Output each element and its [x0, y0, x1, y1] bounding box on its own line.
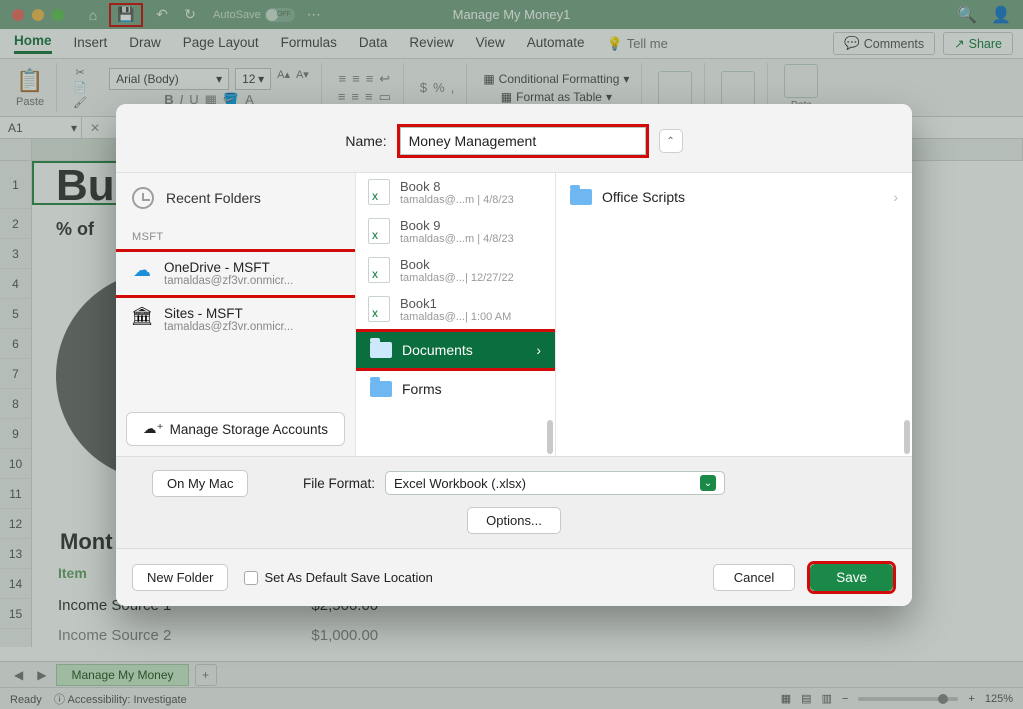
- cloud-plus-icon: ☁⁺: [143, 421, 164, 437]
- file-meta: tamaldas@...m | 4/8/23: [400, 233, 514, 245]
- excel-file-icon: [368, 296, 390, 322]
- file-name: Book 8: [400, 179, 514, 194]
- file-column: Book 8tamaldas@...m | 4/8/23 Book 9tamal…: [356, 173, 556, 456]
- options-button[interactable]: Options...: [467, 507, 561, 534]
- file-row[interactable]: Book 9tamaldas@...m | 4/8/23: [356, 212, 555, 251]
- folder-icon: [370, 342, 392, 358]
- checkbox-icon: [244, 571, 258, 585]
- dialog-footer: New Folder Set As Default Save Location …: [116, 548, 912, 606]
- file-format-value: Excel Workbook (.xlsx): [394, 476, 526, 491]
- save-button[interactable]: Save: [810, 564, 893, 591]
- folder-icon: [570, 189, 592, 205]
- file-meta: tamaldas@...| 12/27/22: [400, 272, 514, 284]
- name-label: Name:: [345, 133, 386, 149]
- folder-label: Office Scripts: [602, 189, 685, 205]
- onedrive-title: OneDrive - MSFT: [164, 260, 293, 275]
- sharepoint-icon: 🏛: [130, 306, 154, 326]
- dialog-mid: On My Mac File Format: Excel Workbook (.…: [116, 456, 912, 548]
- sites-title: Sites - MSFT: [164, 306, 293, 321]
- default-location-checkbox[interactable]: Set As Default Save Location: [244, 570, 432, 585]
- file-name: Book 9: [400, 218, 514, 233]
- subfolder-column: Office Scripts ›: [556, 173, 912, 456]
- file-name: Book: [400, 257, 514, 272]
- file-row[interactable]: Book1tamaldas@...| 1:00 AM: [356, 290, 555, 329]
- excel-file-icon: [368, 179, 390, 205]
- default-location-label: Set As Default Save Location: [264, 570, 432, 585]
- location-sites[interactable]: 🏛 Sites - MSFT tamaldas@zf3vr.onmicr...: [116, 298, 355, 341]
- file-format-label: File Format:: [303, 476, 375, 491]
- manage-storage-label: Manage Storage Accounts: [170, 422, 328, 437]
- recent-label: Recent Folders: [166, 190, 261, 206]
- file-meta: tamaldas@...m | 4/8/23: [400, 194, 514, 206]
- new-folder-button[interactable]: New Folder: [132, 564, 228, 591]
- dialog-header: Name: ⌃: [116, 104, 912, 173]
- chevron-right-icon: ›: [893, 189, 898, 205]
- folder-label: Forms: [402, 381, 442, 397]
- recent-folders-button[interactable]: Recent Folders: [116, 173, 355, 223]
- highlight-onedrive: ☁ OneDrive - MSFT tamaldas@zf3vr.onmicr.…: [116, 249, 356, 298]
- sites-sub: tamaldas@zf3vr.onmicr...: [164, 321, 293, 333]
- excel-file-icon: [368, 218, 390, 244]
- location-onedrive[interactable]: ☁ OneDrive - MSFT tamaldas@zf3vr.onmicr.…: [116, 252, 355, 295]
- file-format-select[interactable]: Excel Workbook (.xlsx) ⌄: [385, 471, 725, 495]
- expand-dialog-button[interactable]: ⌃: [659, 129, 683, 153]
- scrollbar-icon[interactable]: [547, 420, 553, 454]
- file-row[interactable]: Booktamaldas@...| 12/27/22: [356, 251, 555, 290]
- highlight-save-button: Save: [807, 561, 896, 594]
- group-label-msft: MSFT: [116, 223, 355, 249]
- onedrive-sub: tamaldas@zf3vr.onmicr...: [164, 275, 293, 287]
- clock-icon: [132, 187, 154, 209]
- folder-office-scripts[interactable]: Office Scripts ›: [570, 185, 898, 209]
- dialog-body: Recent Folders MSFT ☁ OneDrive - MSFT ta…: [116, 173, 912, 456]
- chevron-right-icon: ›: [536, 342, 541, 358]
- folder-label: Documents: [402, 342, 473, 358]
- save-dialog: Name: ⌃ Recent Folders MSFT ☁ OneDrive -…: [116, 104, 912, 606]
- file-meta: tamaldas@...| 1:00 AM: [400, 311, 511, 323]
- folder-icon: [370, 381, 392, 397]
- manage-storage-button[interactable]: ☁⁺ Manage Storage Accounts: [126, 412, 345, 446]
- cloud-icon: ☁: [130, 260, 154, 280]
- highlight-name-field: [397, 124, 649, 158]
- file-name-input[interactable]: [400, 127, 646, 155]
- cancel-button[interactable]: Cancel: [713, 564, 795, 591]
- folder-forms[interactable]: Forms: [356, 371, 555, 407]
- scrollbar-icon[interactable]: [904, 420, 910, 454]
- dropdown-icon: ⌄: [700, 475, 716, 491]
- file-name: Book1: [400, 296, 511, 311]
- highlight-documents: Documents ›: [356, 329, 556, 371]
- excel-file-icon: [368, 257, 390, 283]
- on-my-mac-button[interactable]: On My Mac: [152, 470, 248, 497]
- file-row[interactable]: Book 8tamaldas@...m | 4/8/23: [356, 173, 555, 212]
- locations-sidebar: Recent Folders MSFT ☁ OneDrive - MSFT ta…: [116, 173, 356, 456]
- folder-documents[interactable]: Documents ›: [356, 332, 555, 368]
